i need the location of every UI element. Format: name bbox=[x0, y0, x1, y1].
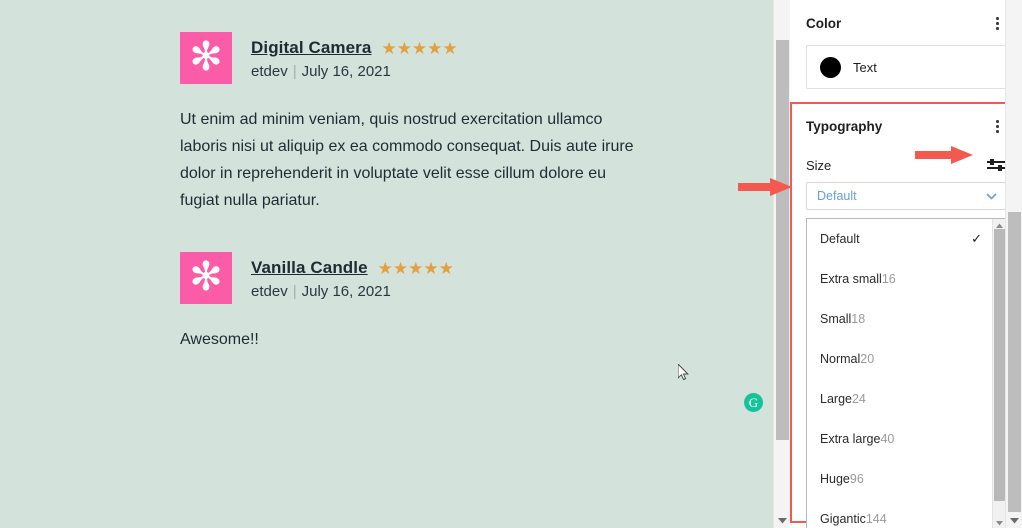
dropdown-option[interactable]: Large24 bbox=[807, 379, 992, 419]
window-scrollbar[interactable] bbox=[1005, 0, 1022, 528]
review-byline: etdev | July 16, 2021 bbox=[251, 63, 458, 80]
option-label: Extra small16 bbox=[820, 272, 896, 286]
review-item[interactable]: ✻ Digital Camera ★★★★★ etdev | July 16, 20… bbox=[180, 32, 650, 214]
scroll-down-arrow-icon[interactable] bbox=[1010, 517, 1019, 524]
option-label: Extra large40 bbox=[820, 432, 895, 446]
byline-separator: | bbox=[292, 63, 297, 80]
mouse-cursor bbox=[678, 364, 689, 381]
option-label: Large24 bbox=[820, 392, 866, 406]
review-date: July 16, 2021 bbox=[301, 63, 391, 80]
typography-panel: Typography Size Default Default ✓ Extra … bbox=[790, 102, 1022, 528]
dropdown-scrollbar[interactable] bbox=[992, 219, 1005, 528]
review-body[interactable]: Ut enim ad minim veniam, quis nostrud ex… bbox=[180, 106, 646, 214]
font-size-select-value: Default bbox=[817, 189, 857, 203]
font-size-select[interactable]: Default bbox=[806, 182, 1006, 210]
review-product-link[interactable]: Digital Camera bbox=[251, 38, 371, 58]
text-color-label: Text bbox=[853, 59, 877, 75]
chevron-down-icon[interactable] bbox=[986, 192, 997, 200]
size-row: Size bbox=[806, 157, 1006, 173]
typography-panel-header: Typography bbox=[806, 117, 1006, 135]
scroll-down-arrow-icon[interactable] bbox=[778, 517, 787, 524]
dropdown-option[interactable]: Normal20 bbox=[807, 339, 992, 379]
color-panel-header: Color bbox=[806, 14, 1006, 32]
avatar: ✻ bbox=[180, 32, 232, 84]
canvas-scrollbar-thumb[interactable] bbox=[776, 40, 789, 440]
rating-stars: ★★★★★ bbox=[377, 258, 454, 278]
avatar: ✻ bbox=[180, 252, 232, 304]
dropdown-option[interactable]: Huge96 bbox=[807, 459, 992, 499]
app-root: ✻ Digital Camera ★★★★★ etdev | July 16, 20… bbox=[0, 0, 1022, 528]
color-panel: Color Text bbox=[790, 0, 1022, 106]
scroll-down-arrow-icon[interactable] bbox=[996, 520, 1003, 526]
inspector-sidebar: Color Text Typography Size Default Defau… bbox=[790, 0, 1022, 528]
option-label: Normal20 bbox=[820, 352, 875, 366]
grammarly-icon[interactable]: G bbox=[744, 393, 763, 412]
option-label: Default bbox=[820, 232, 860, 246]
font-size-dropdown[interactable]: Default ✓ Extra small16 Small18 Normal20 bbox=[806, 218, 1006, 528]
review-item[interactable]: ✻ Vanilla Candle ★★★★★ etdev | July 16, 20… bbox=[180, 252, 650, 353]
dropdown-scrollbar-thumb[interactable] bbox=[994, 229, 1005, 501]
review-meta: Digital Camera ★★★★★ etdev | July 16, 2021 bbox=[251, 32, 458, 80]
check-icon: ✓ bbox=[971, 231, 982, 246]
review-author: etdev bbox=[251, 283, 288, 300]
editor-canvas[interactable]: ✻ Digital Camera ★★★★★ etdev | July 16, 20… bbox=[0, 0, 773, 528]
review-byline: etdev | July 16, 2021 bbox=[251, 283, 454, 300]
dropdown-option[interactable]: Gigantic144 bbox=[807, 499, 992, 528]
color-panel-title: Color bbox=[806, 15, 842, 31]
review-author: etdev bbox=[251, 63, 288, 80]
dropdown-option[interactable]: Extra large40 bbox=[807, 419, 992, 459]
review-title-row: Digital Camera ★★★★★ bbox=[251, 38, 458, 58]
option-label: Small18 bbox=[820, 312, 866, 326]
font-size-option-list: Default ✓ Extra small16 Small18 Normal20 bbox=[807, 219, 992, 528]
dropdown-option[interactable]: Small18 bbox=[807, 299, 992, 339]
review-body[interactable]: Awesome!! bbox=[180, 326, 646, 353]
rating-stars: ★★★★★ bbox=[381, 38, 458, 58]
color-swatch[interactable] bbox=[820, 56, 841, 78]
dropdown-option[interactable]: Default ✓ bbox=[807, 219, 992, 259]
review-header: ✻ Digital Camera ★★★★★ etdev | July 16, 20… bbox=[180, 32, 650, 84]
kebab-menu-icon[interactable] bbox=[988, 117, 1006, 135]
reviews-list: ✻ Digital Camera ★★★★★ etdev | July 16, 20… bbox=[180, 32, 650, 353]
sliders-icon[interactable] bbox=[986, 157, 1006, 173]
byline-separator: | bbox=[292, 283, 297, 300]
dropdown-option[interactable]: Extra small16 bbox=[807, 259, 992, 299]
typography-panel-title: Typography bbox=[806, 118, 883, 134]
typography-panel-inner: Typography Size Default Default ✓ Extra … bbox=[792, 104, 1020, 528]
text-color-row[interactable]: Text bbox=[806, 45, 1006, 89]
kebab-menu-icon[interactable] bbox=[988, 14, 1006, 32]
asterisk-icon: ✻ bbox=[189, 254, 223, 300]
review-meta: Vanilla Candle ★★★★★ etdev | July 16, 2021 bbox=[251, 252, 454, 300]
option-label: Huge96 bbox=[820, 472, 864, 486]
review-date: July 16, 2021 bbox=[301, 283, 391, 300]
review-header: ✻ Vanilla Candle ★★★★★ etdev | July 16, 20… bbox=[180, 252, 650, 304]
canvas-scrollbar[interactable] bbox=[773, 0, 790, 528]
review-title-row: Vanilla Candle ★★★★★ bbox=[251, 258, 454, 278]
review-product-link[interactable]: Vanilla Candle bbox=[251, 258, 368, 278]
option-label: Gigantic144 bbox=[820, 512, 887, 526]
window-scrollbar-thumb[interactable] bbox=[1008, 212, 1021, 512]
size-label: Size bbox=[806, 157, 832, 173]
asterisk-icon: ✻ bbox=[189, 34, 223, 80]
